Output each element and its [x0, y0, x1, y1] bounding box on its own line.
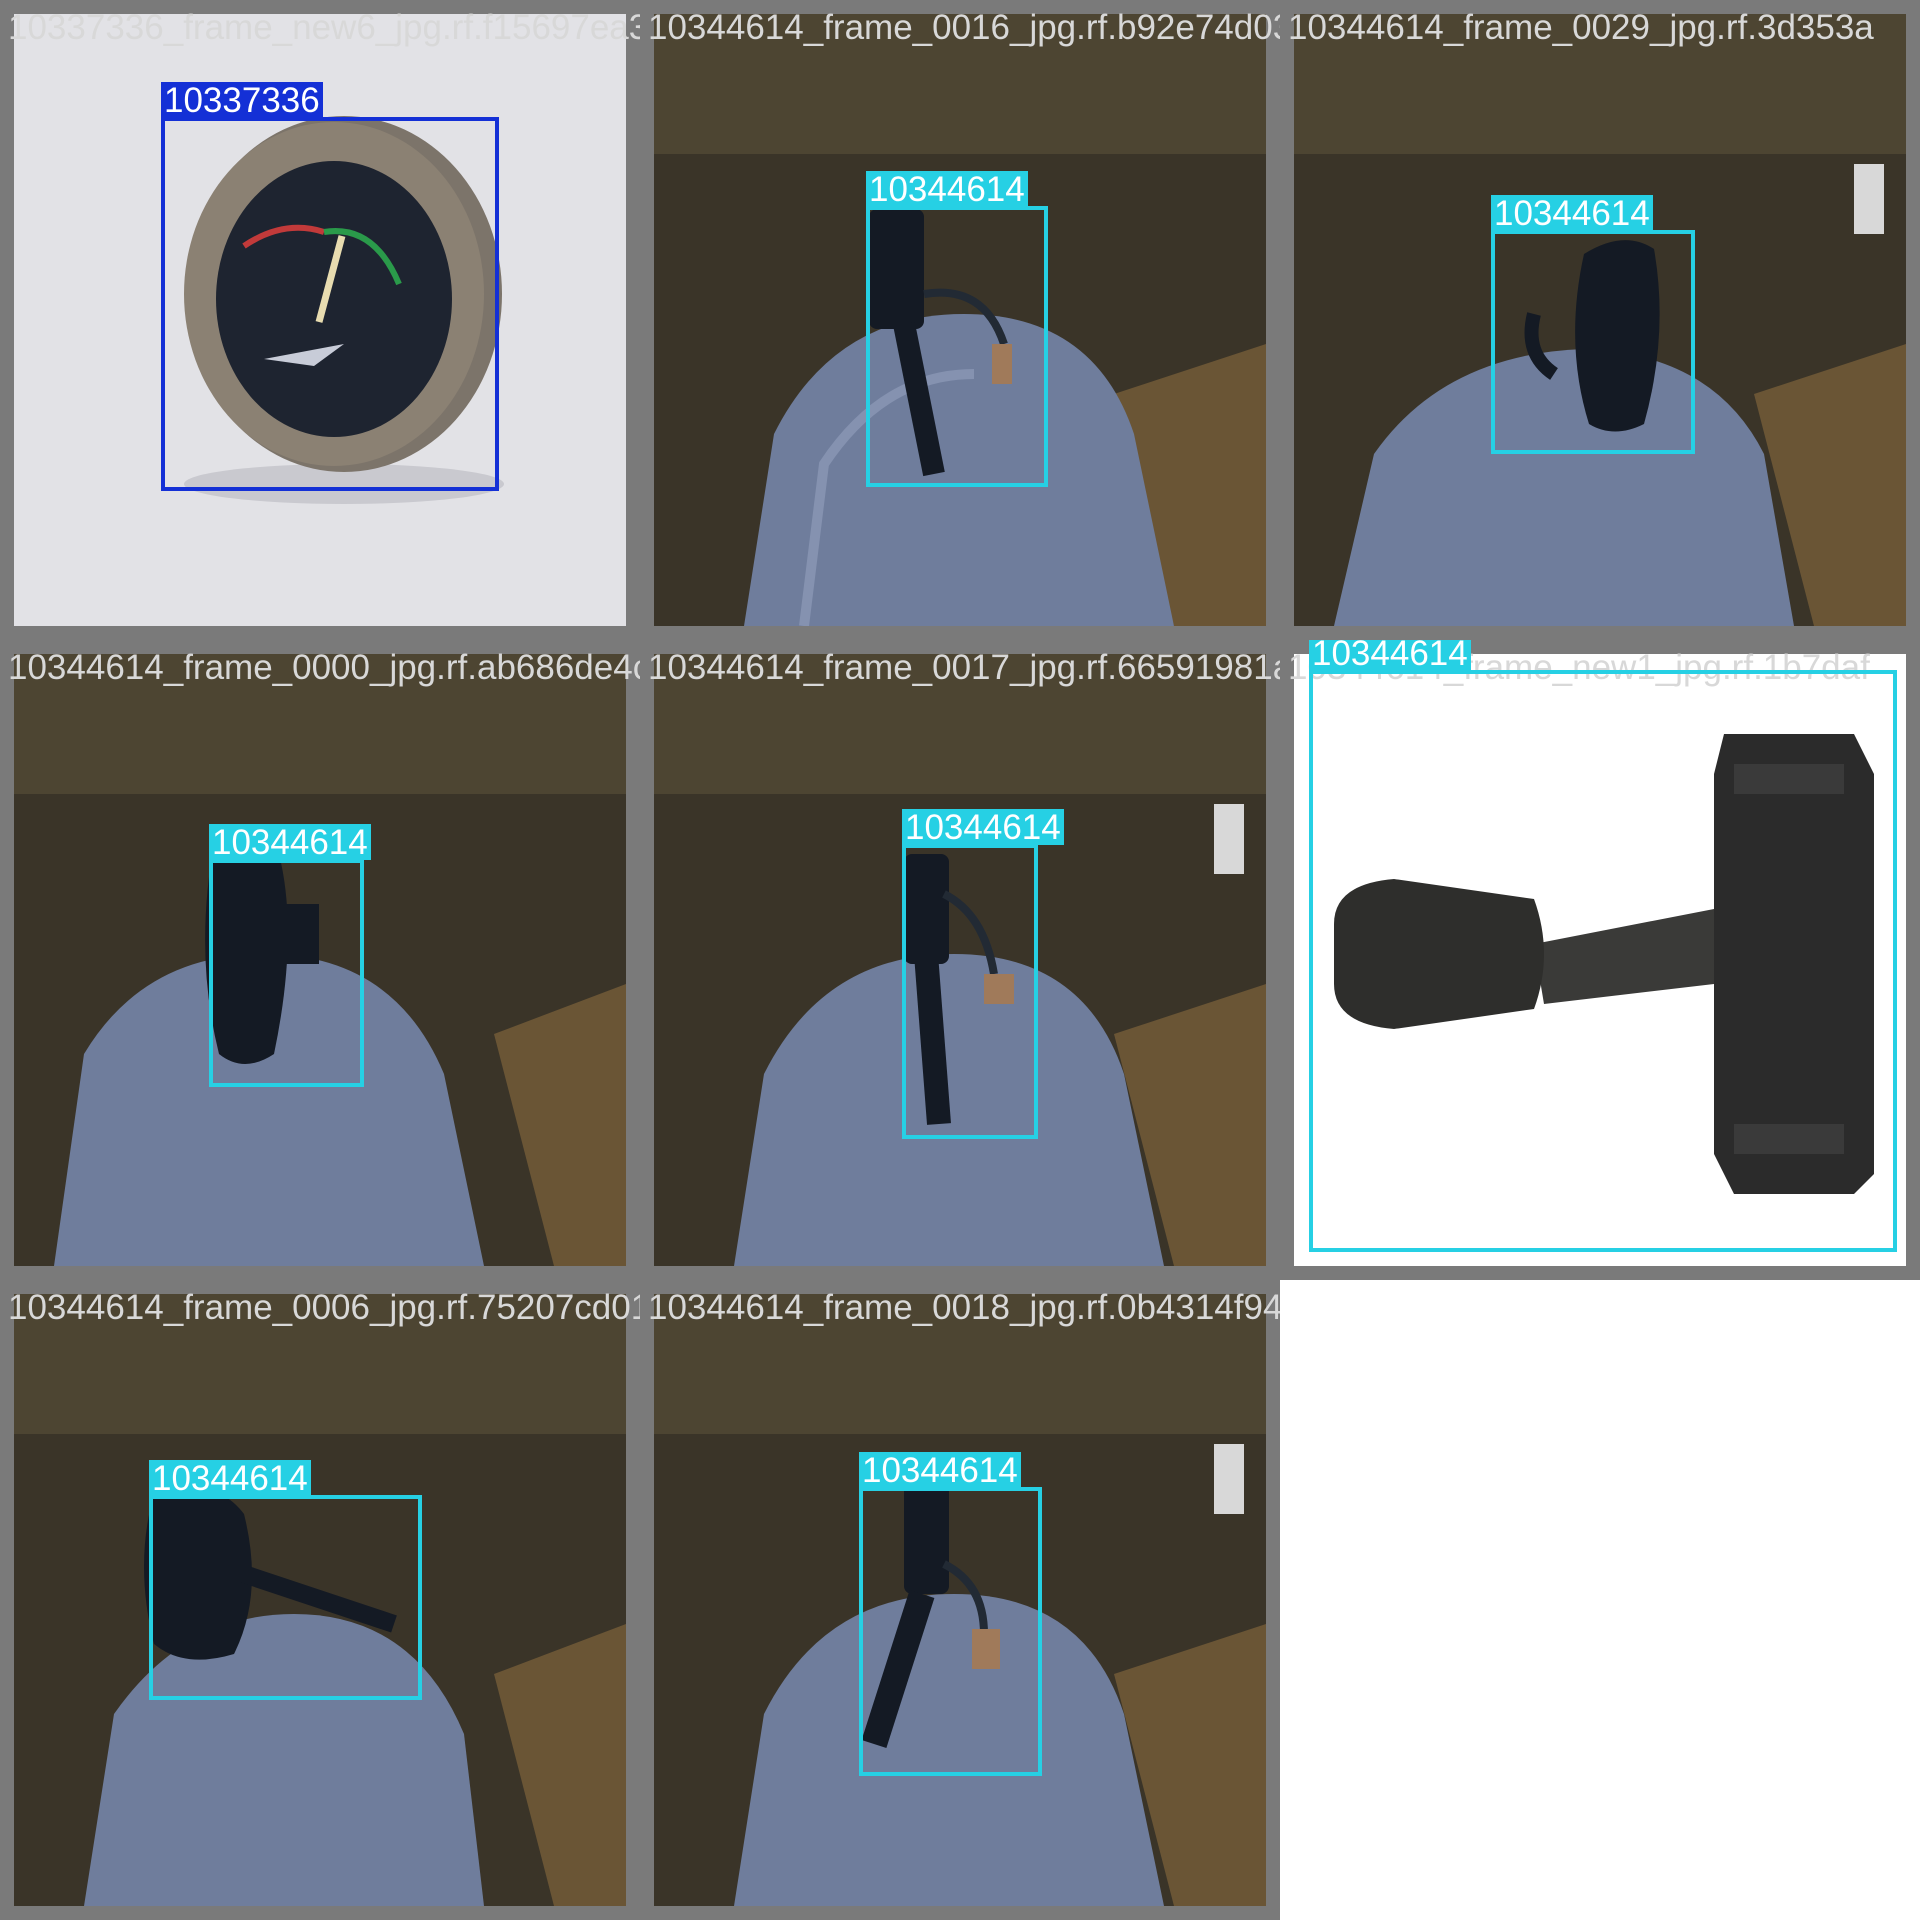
- bounding-box-label: 10344614: [1491, 195, 1653, 232]
- mosaic-tile: 10344614_frame_new1_jpg.rf.1b7daf 103446…: [1280, 640, 1920, 1280]
- bounding-box: 10337336: [161, 82, 499, 491]
- bounding-box: 10344614: [149, 1460, 422, 1700]
- bounding-box: 10344614: [902, 809, 1064, 1139]
- mosaic-tile: 10337336_frame_new6_jpg.rf.f15697ea35f07…: [0, 0, 640, 640]
- bounding-box-label: 10344614: [149, 1460, 311, 1497]
- bounding-box-label: 10344614: [859, 1452, 1021, 1489]
- mosaic-tile: 10344614_frame_0006_jpg.rf.75207cd0154d6…: [0, 1280, 640, 1920]
- bounding-box: 10344614: [866, 171, 1048, 487]
- image-mosaic: 10337336_frame_new6_jpg.rf.f15697ea35f07…: [0, 0, 1920, 1920]
- bounding-box: 10344614: [1491, 195, 1695, 454]
- bounding-box: 10344614: [859, 1452, 1042, 1776]
- bounding-box-label: 10344614: [1309, 640, 1471, 672]
- mosaic-tile: 10344614_frame_0018_jpg.rf.0b4314f94dd1a…: [640, 1280, 1280, 1920]
- mosaic-tile: 10344614_frame_0029_jpg.rf.3d353a 103446…: [1280, 0, 1920, 640]
- bounding-box: 10344614: [1309, 640, 1897, 1252]
- bounding-box-label: 10337336: [161, 82, 323, 119]
- bounding-box: 10344614: [209, 824, 371, 1087]
- bounding-box-label: 10344614: [902, 809, 1064, 846]
- mosaic-tile: 10344614_frame_0016_jpg.rf.b92e74d0345f6…: [640, 0, 1280, 640]
- mosaic-tile: 10344614_frame_0000_jpg.rf.ab686de4c3a9b…: [0, 640, 640, 1280]
- mosaic-tile: 10344614_frame_0017_jpg.rf.66591981aa0a …: [640, 640, 1280, 1280]
- bounding-box-label: 10344614: [209, 824, 371, 861]
- bounding-box-label: 10344614: [866, 171, 1028, 208]
